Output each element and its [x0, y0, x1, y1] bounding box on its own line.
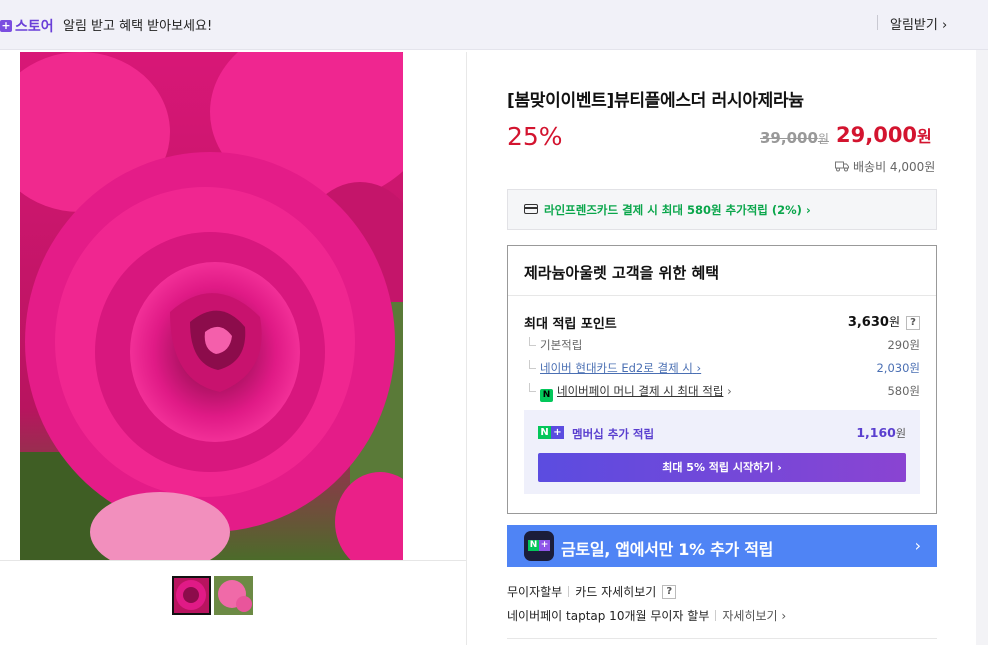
- installment-info: 무이자할부 카드 자세히보기 ?: [507, 583, 677, 600]
- app-promo-text: 금토일, 앱에서만 1% 추가 적립: [561, 540, 774, 559]
- chevron-right-icon: ›: [696, 361, 702, 375]
- points-row-value: 580원: [887, 384, 920, 398]
- membership-value-number: 1,160: [856, 425, 896, 440]
- detail-link[interactable]: 자세히보기 ›: [722, 607, 786, 624]
- shipping-fee: 배송비 4,000원: [835, 158, 935, 175]
- points-row-label: 기본적립: [540, 338, 583, 352]
- credit-card-icon: [524, 204, 538, 214]
- sale-price-unit: 원: [917, 127, 932, 146]
- n-icon: N: [538, 426, 551, 439]
- taptap-info: 네이버페이 taptap 10개월 무이자 할부 자세히보기 ›: [507, 607, 786, 624]
- divider: [877, 15, 878, 30]
- thumbnail-2[interactable]: [214, 576, 253, 615]
- membership-value-unit: 원: [895, 427, 906, 440]
- n-icon: N: [528, 540, 539, 551]
- divider: [568, 586, 570, 597]
- truck-icon: [835, 161, 849, 172]
- chevron-right-icon: ›: [914, 536, 921, 555]
- plus-icon: +: [0, 19, 12, 32]
- naverpay-money-link[interactable]: 네이버페이 머니 결제 시 최대 적립: [557, 384, 723, 398]
- divider: [508, 295, 936, 296]
- points-row-naverpay: N 네이버페이 머니 결제 시 최대 적립 › 580원: [524, 383, 920, 402]
- plus-icon: +: [539, 540, 550, 551]
- chevron-right-icon: ›: [805, 203, 811, 217]
- sale-price: 29,000원: [836, 123, 932, 147]
- naver-plus-app-icon: N +: [524, 531, 554, 561]
- shipping-fee-text: 배송비 4,000원: [853, 160, 936, 174]
- alarm-button[interactable]: 알림받기 ›: [890, 14, 947, 33]
- card-detail-link[interactable]: 카드 자세히보기: [575, 583, 656, 600]
- points-row-hyundai-card: 네이버 현대카드 Ed2로 결제 시 › 2,030원: [524, 360, 920, 376]
- card-offer-banner[interactable]: 라인프렌즈카드 결제 시 최대 580원 추가적립 (2%) ›: [507, 189, 937, 230]
- benefit-title: 제라늄아울렛 고객을 위한 혜택: [524, 264, 720, 282]
- notification-message: 알림 받고 혜택 받아보세요!: [63, 19, 213, 34]
- original-price-unit: 원: [817, 132, 829, 146]
- membership-value: 1,160원: [856, 425, 906, 441]
- naver-plus-icon: N +: [538, 426, 564, 439]
- flower-illustration: [20, 52, 403, 560]
- image-divider: [0, 560, 466, 561]
- help-icon[interactable]: ?: [906, 316, 920, 330]
- sale-price-value: 29,000: [836, 123, 918, 147]
- original-price: 39,000원: [760, 129, 829, 147]
- installment-label: 무이자할부: [507, 585, 563, 599]
- divider: [507, 638, 937, 639]
- naverpay-icon: N: [540, 389, 553, 402]
- taptap-label: 네이버페이 taptap 10개월 무이자 할부: [507, 609, 710, 623]
- benefit-box: 제라늄아울렛 고객을 위한 혜택 최대 적립 포인트 3,630원? 기본적립 …: [507, 245, 937, 514]
- store-label: 스토어: [15, 19, 54, 35]
- store-badge: + 스토어: [0, 16, 54, 36]
- naverpay-money-link-label: 네이버페이 머니 결제 시 최대 적립: [557, 384, 724, 398]
- notification-bar: + 스토어 알림 받고 혜택 받아보세요! 알림받기 ›: [0, 0, 988, 50]
- max-points-value: 3,630원?: [848, 313, 920, 330]
- max-points-label: 최대 적립 포인트: [524, 317, 617, 332]
- card-offer-text: 라인프렌즈카드 결제 시 최대 580원 추가적립 (2%) ›: [544, 202, 811, 218]
- original-price-value: 39,000: [760, 129, 818, 147]
- discount-rate: 25%: [507, 122, 563, 151]
- points-row-value: 2,030원: [876, 361, 920, 375]
- alarm-button-label: 알림받기: [890, 18, 938, 33]
- card-offer-label: 라인프렌즈카드 결제 시 최대 580원 추가적립 (2%): [544, 203, 802, 217]
- hyundai-card-link[interactable]: 네이버 현대카드 Ed2로 결제 시 ›: [540, 361, 701, 375]
- plus-icon: +: [551, 426, 564, 439]
- divider: [715, 610, 717, 621]
- membership-label: 멤버십 추가 적립: [572, 427, 655, 441]
- max-points-row: 최대 적립 포인트 3,630원?: [524, 313, 920, 332]
- thumbnail-image: [174, 578, 209, 613]
- max-points-unit: 원: [888, 315, 900, 329]
- chevron-right-icon: ›: [727, 384, 732, 398]
- points-row-value: 290원: [887, 338, 920, 352]
- help-icon[interactable]: ?: [662, 584, 677, 599]
- hyundai-card-link-label: 네이버 현대카드 Ed2로 결제 시: [540, 361, 693, 375]
- points-row-basic: 기본적립 290원: [524, 337, 920, 353]
- page-gutter: [976, 50, 988, 645]
- thumbnail-image: [214, 576, 253, 615]
- chevron-right-icon: ›: [781, 609, 787, 623]
- thumbnail-1[interactable]: [172, 576, 211, 615]
- membership-box: N + 멤버십 추가 적립 1,160원 최대 5% 적립 시작하기 ›: [524, 410, 920, 494]
- max-points-number: 3,630: [847, 315, 889, 330]
- app-promo-banner[interactable]: N + 금토일, 앱에서만 1% 추가 적립 ›: [507, 525, 937, 567]
- chevron-right-icon: ›: [941, 18, 948, 33]
- detail-link-label: 자세히보기: [722, 609, 778, 623]
- start-membership-button[interactable]: 최대 5% 적립 시작하기 ›: [538, 453, 906, 482]
- product-main-image[interactable]: [20, 52, 403, 560]
- chevron-right-icon: ›: [777, 461, 782, 474]
- start-membership-button-label: 최대 5% 적립 시작하기: [662, 461, 774, 474]
- column-divider: [466, 52, 467, 645]
- product-title: [봄맞이이벤트]뷰티플에스더 러시아제라늄: [507, 91, 804, 111]
